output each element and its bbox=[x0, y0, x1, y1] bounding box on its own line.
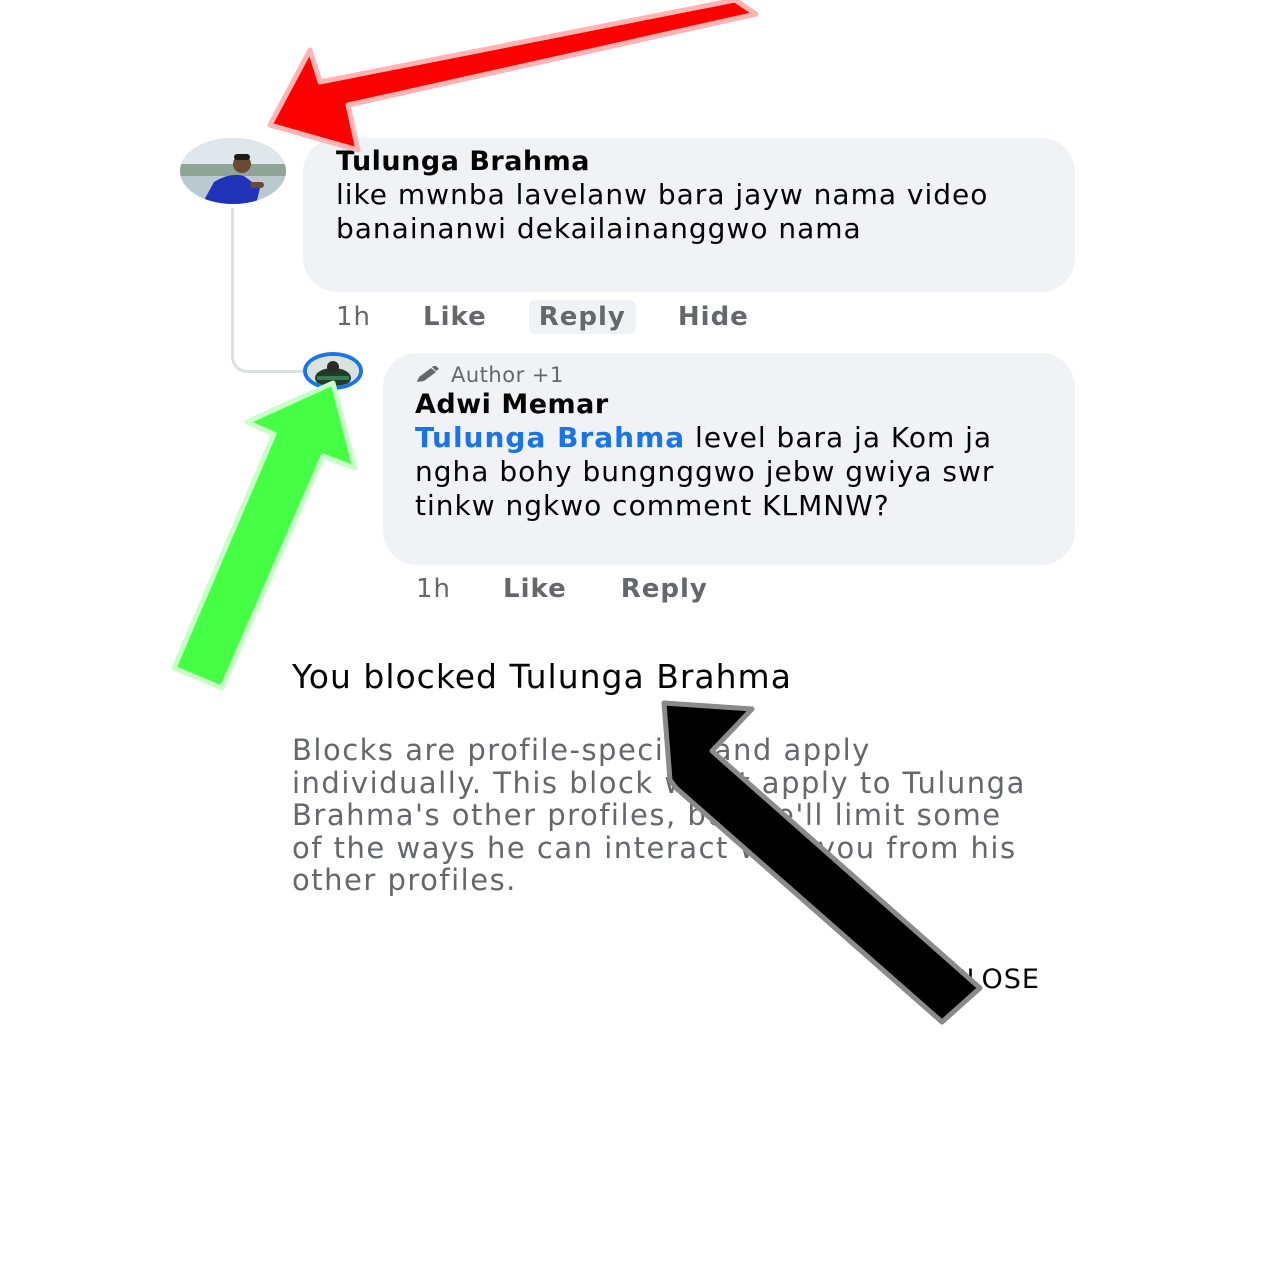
red-arrow-annotation bbox=[267, 0, 759, 153]
green-arrow-annotation bbox=[171, 380, 358, 691]
black-arrow-annotation bbox=[661, 700, 983, 1025]
annotation-arrows-overlay bbox=[171, 0, 983, 1025]
